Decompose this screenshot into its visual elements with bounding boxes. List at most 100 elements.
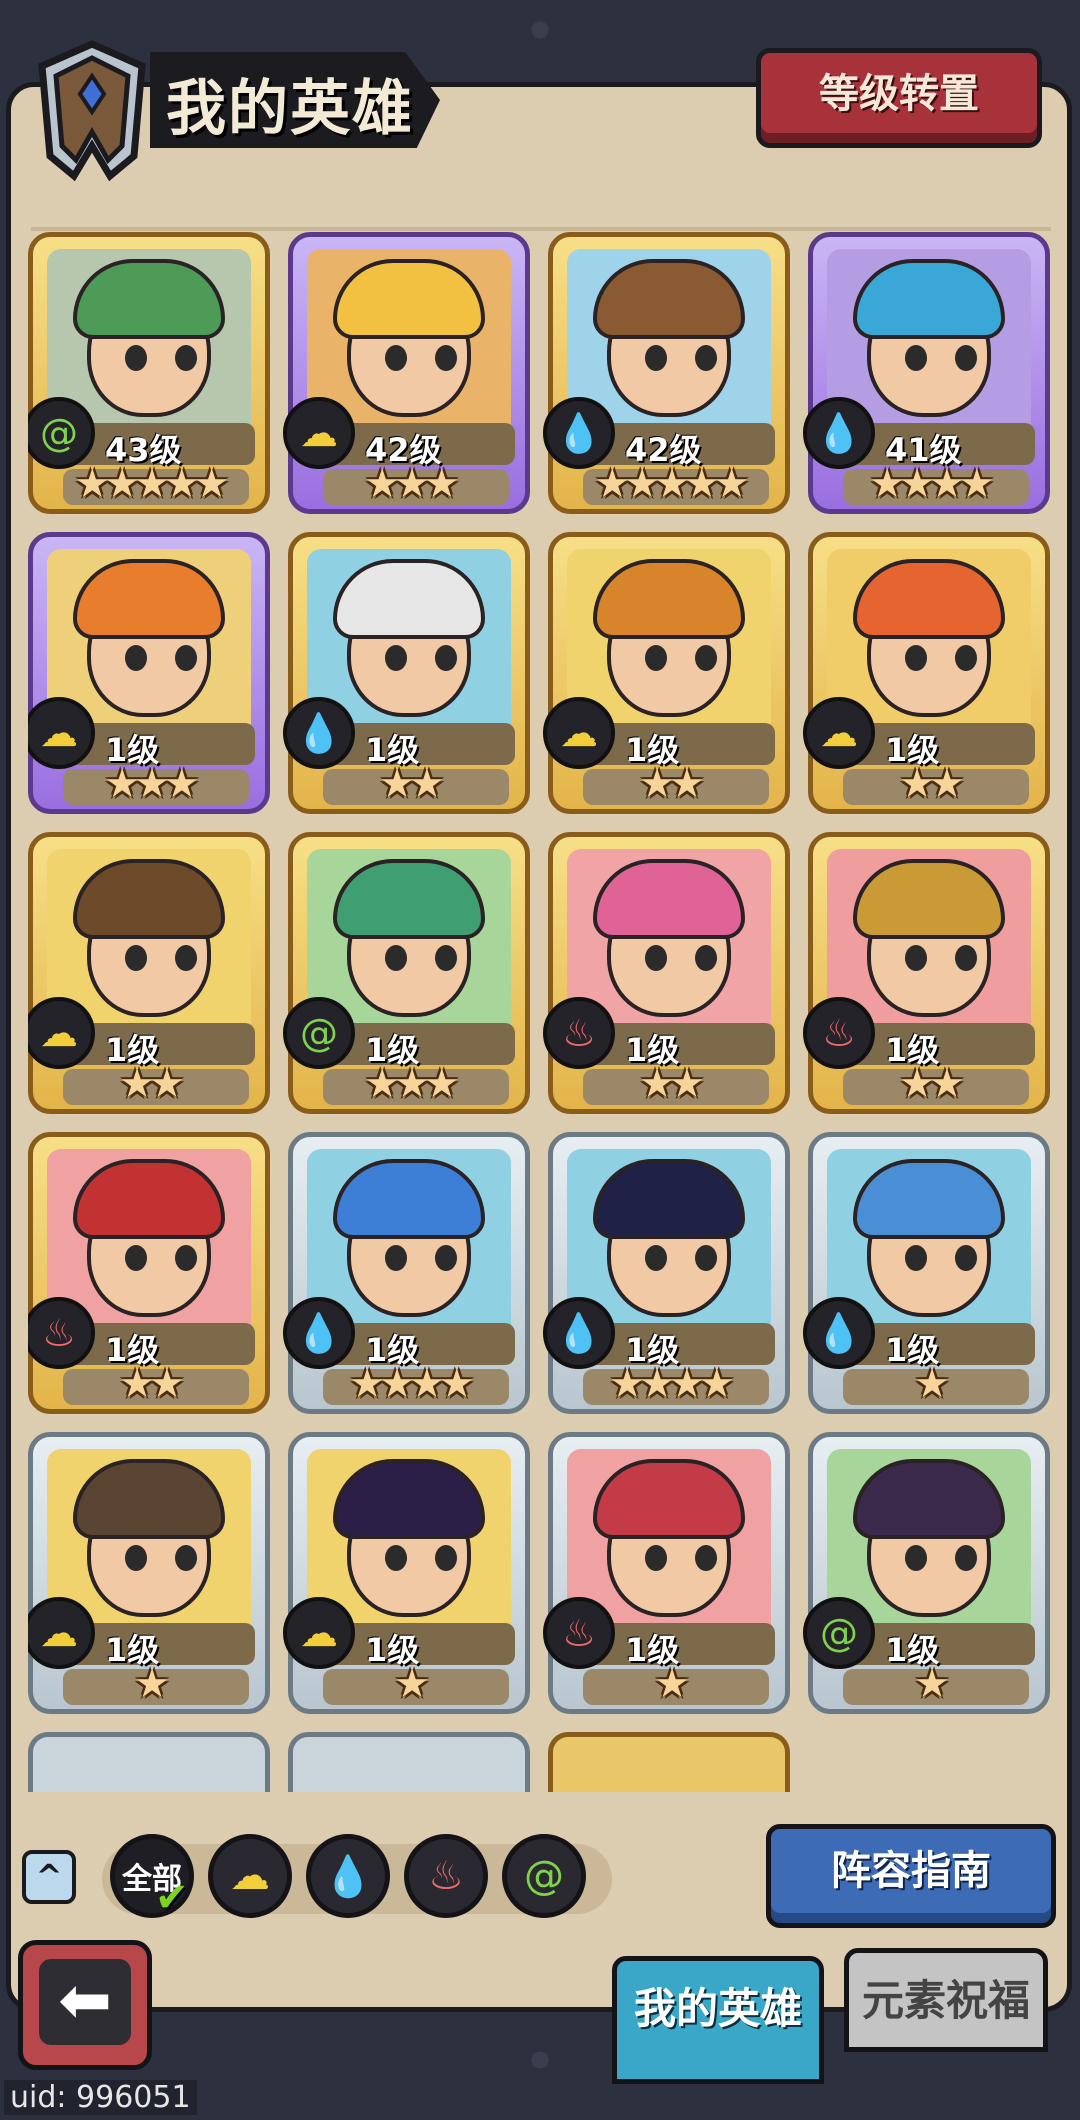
back-button[interactable]: ⬅ (18, 1940, 152, 2070)
star-icon: ★ (683, 461, 720, 507)
hero-card-partial[interactable] (28, 1732, 270, 1792)
tab-my-heroes-label: 我的英雄 (633, 1984, 802, 2033)
star-icon: ★ (869, 461, 905, 507)
water-element-icon: 💧 (803, 1297, 875, 1369)
hero-stars: ★★★★ (813, 461, 1045, 507)
water-element-icon: 💧 (803, 397, 875, 469)
hero-card[interactable]: 💧 41级 ★★★★ (803, 232, 1050, 514)
hero-stars: ★ (813, 1661, 1045, 1707)
element-filter-bar: ^ 全部 ✔ ☁ 💧 ♨ @ (22, 1834, 612, 1921)
star-icon: ★ (669, 761, 705, 807)
hero-eye (175, 1245, 197, 1271)
hero-hair (333, 259, 485, 339)
hero-card[interactable]: @1级 ★ (803, 1432, 1050, 1714)
star-icon: ★ (134, 761, 170, 807)
hero-card[interactable]: ☁ 42级 ★★★ (283, 232, 530, 514)
hero-eye (125, 645, 147, 671)
water-element-icon: 💧 (543, 1297, 615, 1369)
star-icon: ★ (899, 1061, 935, 1107)
hero-stars: ★★ (813, 761, 1045, 807)
hero-card[interactable]: ♨ 1级 ★ (543, 1432, 790, 1714)
hero-stars: ★★★★★ (553, 461, 785, 507)
hero-card[interactable]: ♨ 1级 ★★ (543, 832, 790, 1114)
star-icon: ★ (669, 1361, 705, 1407)
hero-hair (73, 559, 225, 639)
fire-element-icon: ♨ (543, 997, 615, 1069)
wind-element-icon: @ (803, 1597, 875, 1669)
star-icon: ★ (929, 1061, 965, 1107)
hero-card[interactable]: ☁ 1级 ★ (283, 1432, 530, 1714)
hero-eye (905, 1545, 927, 1571)
hero-hair (73, 1159, 225, 1239)
hero-card[interactable]: ♨ 1级 ★★ (803, 832, 1050, 1114)
hero-eye (905, 645, 927, 671)
star-icon: ★ (134, 461, 170, 507)
water-element-icon: 💧 (323, 1853, 373, 1900)
star-icon: ★ (394, 1061, 430, 1107)
water-element-icon: 💧 (283, 697, 355, 769)
hero-stars: ★★ (813, 1061, 1045, 1107)
filter-earth-button[interactable]: ☁ (208, 1834, 292, 1918)
hero-eye (955, 1245, 977, 1271)
hero-stars: ★ (813, 1361, 1045, 1407)
hero-card[interactable]: 💧 1级 ★ (803, 1132, 1050, 1414)
hero-hair (333, 1459, 485, 1539)
star-icon: ★ (669, 1061, 705, 1107)
fire-element-icon: ♨ (803, 997, 875, 1069)
hero-hair (853, 859, 1005, 939)
hero-card[interactable]: ♨ 1级 ★★ (28, 1132, 270, 1414)
hero-card-partial[interactable] (288, 1732, 530, 1792)
hero-card[interactable]: @1级 ★★★ (283, 832, 530, 1114)
hero-card[interactable]: ☁ 1级 ★★ (28, 832, 270, 1114)
hero-stars: ★ (553, 1661, 785, 1707)
star-icon: ★ (364, 1061, 400, 1107)
star-icon: ★ (423, 1061, 460, 1107)
hero-stars: ★★ (33, 1361, 265, 1407)
tab-element-blessing[interactable]: 元素祝福 (844, 1948, 1048, 2052)
star-icon: ★ (624, 461, 660, 507)
hero-stars: ★★★★★ (33, 461, 265, 507)
hero-card[interactable]: ☁ 1级 ★★★ (28, 532, 270, 814)
hero-card[interactable]: ☁ 1级 ★ (28, 1432, 270, 1714)
water-element-icon: 💧 (543, 397, 615, 469)
filter-fire-button[interactable]: ♨ (404, 1834, 488, 1918)
lineup-guide-button[interactable]: 阵容指南 (766, 1824, 1056, 1928)
hero-eye (905, 1245, 927, 1271)
star-icon: ★ (929, 761, 965, 807)
collapse-arrow-icon[interactable]: ^ (22, 1850, 76, 1904)
hero-eye (645, 645, 667, 671)
fire-element-icon: ♨ (543, 1597, 615, 1669)
hero-card[interactable]: ☁ 1级 ★★ (543, 532, 790, 814)
hero-hair (853, 559, 1005, 639)
hero-card[interactable]: @43级 ★★★★★ (28, 232, 270, 514)
hero-eye (645, 945, 667, 971)
hero-hair (333, 1159, 485, 1239)
hero-stars: ★★★ (33, 761, 265, 807)
star-icon: ★ (119, 1361, 155, 1407)
hero-card[interactable]: 💧 1级 ★★ (283, 532, 530, 814)
hero-card[interactable]: 💧 1级 ★★★★ (283, 1132, 530, 1414)
filter-water-button[interactable]: 💧 (306, 1834, 390, 1918)
hero-card[interactable]: 💧 42级 ★★★★★ (543, 232, 790, 514)
hero-eye (385, 945, 407, 971)
hero-stars: ★★★ (293, 461, 525, 507)
hero-stars: ★★★★ (553, 1361, 785, 1407)
hero-card[interactable]: ☁ 1级 ★★ (803, 532, 1050, 814)
hero-stars: ★ (293, 1661, 525, 1707)
checkmark-icon: ✔ (155, 1875, 189, 1921)
star-icon: ★ (379, 1361, 415, 1407)
uid-label: uid: 996051 (4, 2080, 197, 2115)
hero-eye (385, 1545, 407, 1571)
star-icon: ★ (639, 1061, 675, 1107)
hero-card-partial[interactable] (548, 1732, 790, 1792)
filter-wind-button[interactable]: @ (502, 1834, 586, 1918)
star-icon: ★ (594, 461, 630, 507)
star-icon: ★ (609, 1361, 645, 1407)
earth-element-icon: ☁ (230, 1853, 270, 1899)
hero-eye (695, 645, 717, 671)
hero-eye (435, 645, 457, 671)
hero-card[interactable]: 💧 1级 ★★★★ (543, 1132, 790, 1414)
level-reset-button[interactable]: 等级转置 (756, 48, 1042, 148)
filter-all-button[interactable]: 全部 ✔ (110, 1834, 194, 1921)
tab-my-heroes[interactable]: 我的英雄 (612, 1956, 824, 2084)
